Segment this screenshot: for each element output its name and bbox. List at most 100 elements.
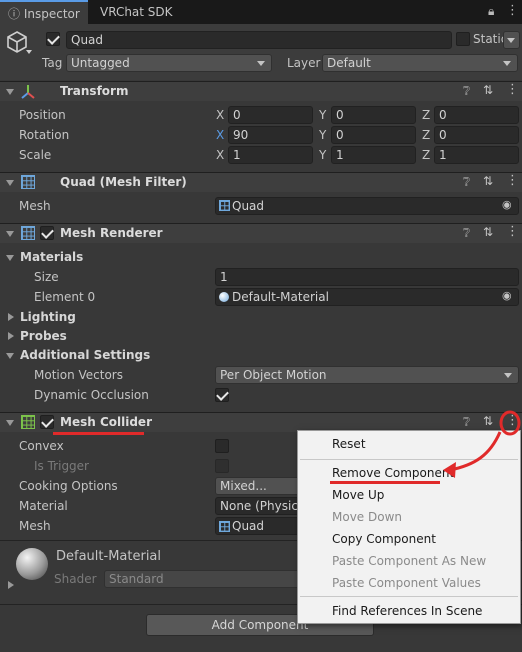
- tab-vrchat-sdk[interactable]: VRChat SDK: [100, 0, 190, 24]
- inspector-icon: ⓘ: [8, 7, 21, 21]
- shader-dropdown[interactable]: Standard: [104, 570, 304, 588]
- tag-label: Tag: [42, 56, 63, 70]
- mesh-filter-icon: [21, 175, 35, 189]
- probes-foldout[interactable]: [8, 332, 14, 340]
- rotation-z-field[interactable]: 0: [434, 126, 519, 144]
- collider-mesh-asset-icon: [219, 521, 230, 532]
- tab-inspector[interactable]: ⓘ Inspector: [0, 0, 88, 24]
- object-name-field[interactable]: Quad: [66, 31, 452, 49]
- mesh-collider-enabled-checkbox[interactable]: [40, 415, 54, 429]
- presets-icon[interactable]: ⇅: [483, 414, 493, 428]
- position-z-label: Z: [422, 108, 431, 122]
- shader-label: Shader: [54, 572, 97, 586]
- object-picker-icon[interactable]: ◉: [502, 289, 512, 302]
- rotation-label: Rotation: [19, 128, 70, 142]
- mesh-renderer-title: Mesh Renderer: [60, 226, 163, 240]
- is-trigger-label: Is Trigger: [34, 459, 89, 473]
- presets-icon[interactable]: ⇅: [483, 174, 493, 188]
- menu-item-find-references[interactable]: Find References In Scene: [332, 604, 482, 618]
- motion-vectors-value: Per Object Motion: [220, 368, 327, 382]
- annotation-underline-remove: [330, 481, 440, 484]
- element0-value: Default-Material: [232, 290, 329, 304]
- mesh-collider-foldout[interactable]: [6, 420, 14, 426]
- position-x-field[interactable]: 0: [228, 106, 313, 124]
- motion-vectors-dropdown[interactable]: Per Object Motion: [215, 366, 519, 384]
- component-menu-icon[interactable]: ⋮: [506, 224, 519, 239]
- dynamic-occlusion-checkbox[interactable]: [215, 388, 229, 402]
- position-y-label: Y: [319, 108, 327, 122]
- menu-item-remove-component[interactable]: Remove Component: [332, 466, 454, 480]
- scale-x-label: X: [216, 148, 225, 162]
- menu-item-reset[interactable]: Reset: [332, 437, 366, 451]
- help-icon[interactable]: ❔︎: [463, 415, 470, 430]
- transform-foldout[interactable]: [6, 89, 14, 95]
- position-z-field[interactable]: 0: [434, 106, 519, 124]
- additional-settings-foldout[interactable]: [6, 353, 14, 359]
- mesh-filter-foldout[interactable]: [6, 180, 14, 186]
- mesh-label: Mesh: [19, 199, 51, 213]
- static-dropdown[interactable]: [503, 31, 520, 49]
- material-preview-sphere: [16, 548, 48, 580]
- scale-z-label: Z: [422, 148, 431, 162]
- menu-item-move-down: Move Down: [332, 510, 402, 524]
- mesh-object-field[interactable]: Quad: [215, 197, 519, 215]
- convex-label: Convex: [19, 439, 64, 453]
- element0-object-field[interactable]: Default-Material: [215, 288, 519, 306]
- rotation-y-field[interactable]: 0: [331, 126, 416, 144]
- presets-icon[interactable]: ⇅: [483, 225, 493, 239]
- menu-item-copy-component[interactable]: Copy Component: [332, 532, 436, 546]
- position-x-label: X: [216, 108, 225, 122]
- rotation-y-label: Y: [319, 128, 327, 142]
- kebab-menu-icon[interactable]: ⋮: [506, 3, 519, 18]
- tab-inspector-label: Inspector: [23, 7, 80, 21]
- cooking-options-dropdown[interactable]: Mixed...: [215, 477, 305, 495]
- help-icon[interactable]: ❔︎: [463, 175, 470, 190]
- presets-icon[interactable]: ⇅: [483, 83, 493, 97]
- mesh-renderer-icon: [21, 226, 35, 240]
- materials-label: Materials: [20, 250, 84, 264]
- scale-x-field[interactable]: 1: [228, 146, 313, 164]
- layer-dropdown[interactable]: Default: [322, 54, 518, 72]
- position-y-field[interactable]: 0: [331, 106, 416, 124]
- element0-label: Element 0: [34, 290, 96, 304]
- menu-item-move-up[interactable]: Move Up: [332, 488, 384, 502]
- static-checkbox[interactable]: [456, 32, 470, 46]
- size-field[interactable]: 1: [215, 268, 519, 286]
- material-asset-icon: [219, 292, 229, 302]
- icon-dropdown-arrow[interactable]: [26, 50, 32, 54]
- active-checkbox[interactable]: [46, 32, 60, 46]
- tag-value: Untagged: [71, 56, 130, 70]
- collider-mesh-label: Mesh: [19, 519, 51, 533]
- rotation-x-field[interactable]: 90: [228, 126, 313, 144]
- component-menu-icon[interactable]: ⋮: [506, 173, 519, 188]
- help-icon[interactable]: ❔︎: [463, 84, 470, 99]
- probes-label[interactable]: Probes: [20, 329, 67, 343]
- lock-icon[interactable]: 🔒︎: [488, 4, 494, 19]
- mesh-renderer-foldout[interactable]: [6, 231, 14, 237]
- materials-foldout[interactable]: [6, 255, 14, 261]
- layer-label: Layer: [287, 56, 321, 70]
- motion-vectors-label: Motion Vectors: [34, 368, 123, 382]
- object-picker-icon[interactable]: ◉: [502, 198, 512, 211]
- physic-material-field[interactable]: None (Physic: [215, 497, 305, 515]
- rotation-z-label: Z: [422, 128, 431, 142]
- additional-settings-label: Additional Settings: [20, 348, 151, 362]
- mesh-value: Quad: [232, 199, 265, 213]
- help-icon[interactable]: ❔︎: [463, 226, 470, 241]
- collider-mesh-value: Quad: [232, 519, 265, 533]
- scale-y-field[interactable]: 1: [331, 146, 416, 164]
- material-foldout[interactable]: [8, 581, 14, 589]
- scale-z-field[interactable]: 1: [434, 146, 519, 164]
- lighting-foldout[interactable]: [8, 313, 14, 321]
- mesh-asset-icon: [219, 200, 230, 211]
- tag-dropdown[interactable]: Untagged: [66, 54, 272, 72]
- position-label: Position: [19, 108, 66, 122]
- transform-icon: [21, 85, 35, 99]
- component-menu-icon[interactable]: ⋮: [506, 82, 519, 97]
- component-context-menu: Reset Remove Component Move Up Move Down…: [297, 430, 521, 624]
- mesh-renderer-enabled-checkbox[interactable]: [40, 226, 54, 240]
- menu-item-paste-values: Paste Component Values: [332, 576, 481, 590]
- convex-checkbox[interactable]: [215, 439, 229, 453]
- component-menu-icon[interactable]: ⋮: [506, 413, 519, 428]
- lighting-label[interactable]: Lighting: [20, 310, 76, 324]
